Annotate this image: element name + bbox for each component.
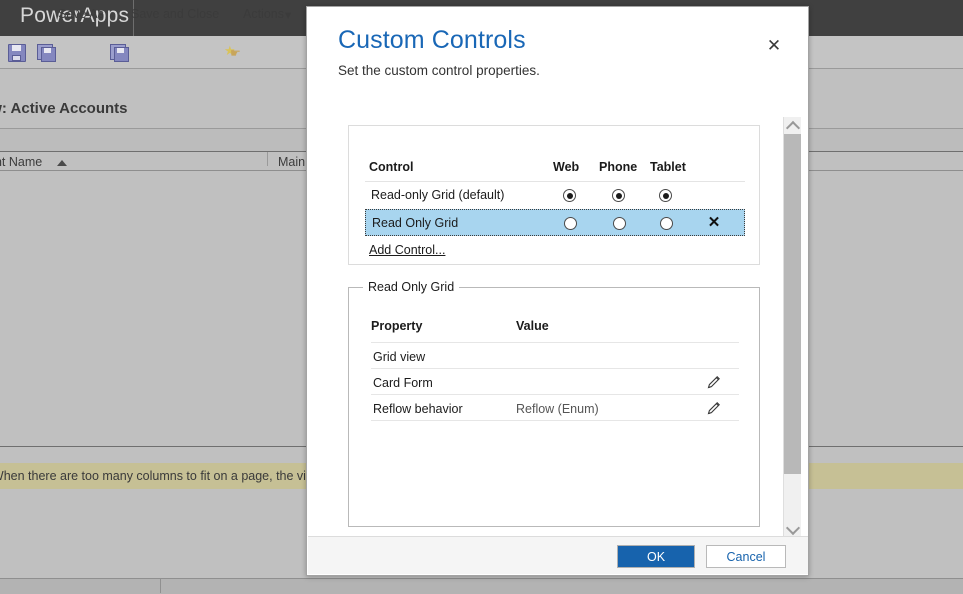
sort-ascending-icon bbox=[57, 160, 67, 166]
grid-column-separator bbox=[267, 152, 268, 166]
dialog-footer: OK Cancel bbox=[308, 536, 808, 574]
dialog-subtitle: Set the custom control properties. bbox=[338, 63, 540, 78]
radio-web-row-1[interactable] bbox=[564, 217, 577, 230]
status-bar-separator bbox=[160, 578, 161, 593]
vertical-scrollbar[interactable] bbox=[783, 117, 801, 537]
view-title: View: Active Accounts bbox=[0, 100, 128, 117]
radio-tablet-row-1[interactable] bbox=[660, 217, 673, 230]
controls-column-header-phone: Phone bbox=[599, 160, 637, 174]
save-as-icon[interactable] bbox=[37, 44, 55, 61]
controls-table: Control Web Phone Tablet Read-only Grid … bbox=[348, 125, 760, 265]
custom-controls-dialog: Custom Controls Set the custom control p… bbox=[306, 6, 809, 576]
table-row[interactable]: Read Only Grid ✕ bbox=[365, 209, 745, 236]
edit-pencil-icon[interactable] bbox=[705, 399, 723, 417]
property-name: Grid view bbox=[373, 350, 425, 364]
scroll-up-arrow-icon[interactable] bbox=[784, 117, 801, 134]
add-control-link[interactable]: Add Control... bbox=[369, 243, 445, 257]
dialog-scroll-area: Control Web Phone Tablet Read-only Grid … bbox=[308, 117, 808, 537]
property-value: Reflow (Enum) bbox=[516, 402, 599, 416]
table-row[interactable]: Grid view bbox=[371, 342, 739, 369]
radio-phone-row-1[interactable] bbox=[613, 217, 626, 230]
edit-pencil-icon[interactable] bbox=[705, 373, 723, 391]
cancel-button[interactable]: Cancel bbox=[706, 545, 786, 568]
property-name: Card Form bbox=[373, 376, 433, 390]
grid-column-header-account-name[interactable]: unt Name bbox=[0, 155, 42, 169]
close-icon[interactable]: ✕ bbox=[762, 34, 786, 58]
properties-column-header-property: Property bbox=[371, 319, 422, 333]
control-name-label: Read-only Grid (default) bbox=[371, 188, 504, 202]
save-and-close-icon[interactable] bbox=[110, 44, 128, 61]
actions-icon[interactable]: ★☛ bbox=[224, 44, 242, 60]
properties-table-bottom-rule bbox=[371, 420, 739, 421]
properties-column-header-value: Value bbox=[516, 319, 549, 333]
radio-tablet-row-0[interactable] bbox=[659, 189, 672, 202]
table-row[interactable]: Reflow behavior Reflow (Enum) bbox=[371, 394, 739, 421]
delete-control-icon[interactable]: ✕ bbox=[705, 214, 723, 232]
save-as-button[interactable]: Save As bbox=[58, 7, 104, 21]
status-bar bbox=[0, 578, 963, 594]
control-name-label: Read Only Grid bbox=[372, 216, 458, 230]
actions-button[interactable]: Actions bbox=[243, 7, 284, 21]
dialog-title: Custom Controls bbox=[338, 26, 526, 55]
properties-panel: Read Only Grid Property Value Grid view … bbox=[348, 287, 760, 527]
controls-column-header-tablet: Tablet bbox=[650, 160, 686, 174]
table-row[interactable]: Card Form bbox=[371, 368, 739, 395]
scrollbar-thumb[interactable] bbox=[784, 134, 801, 474]
controls-column-header-control: Control bbox=[369, 160, 413, 174]
table-row[interactable]: Read-only Grid (default) bbox=[365, 182, 745, 209]
properties-panel-legend: Read Only Grid bbox=[363, 280, 459, 294]
save-icon[interactable] bbox=[8, 44, 26, 62]
note-bar-text: e: When there are too many columns to fi… bbox=[0, 469, 334, 483]
property-name: Reflow behavior bbox=[373, 402, 463, 416]
chevron-down-icon[interactable]: ▾ bbox=[285, 7, 291, 22]
radio-phone-row-0[interactable] bbox=[612, 189, 625, 202]
scroll-down-arrow-icon[interactable] bbox=[784, 520, 801, 537]
radio-web-row-0[interactable] bbox=[563, 189, 576, 202]
controls-column-header-web: Web bbox=[553, 160, 579, 174]
grid-column-header-main[interactable]: Main bbox=[278, 155, 305, 169]
ok-button[interactable]: OK bbox=[617, 545, 695, 568]
save-and-close-button[interactable]: Save and Close bbox=[131, 7, 219, 21]
